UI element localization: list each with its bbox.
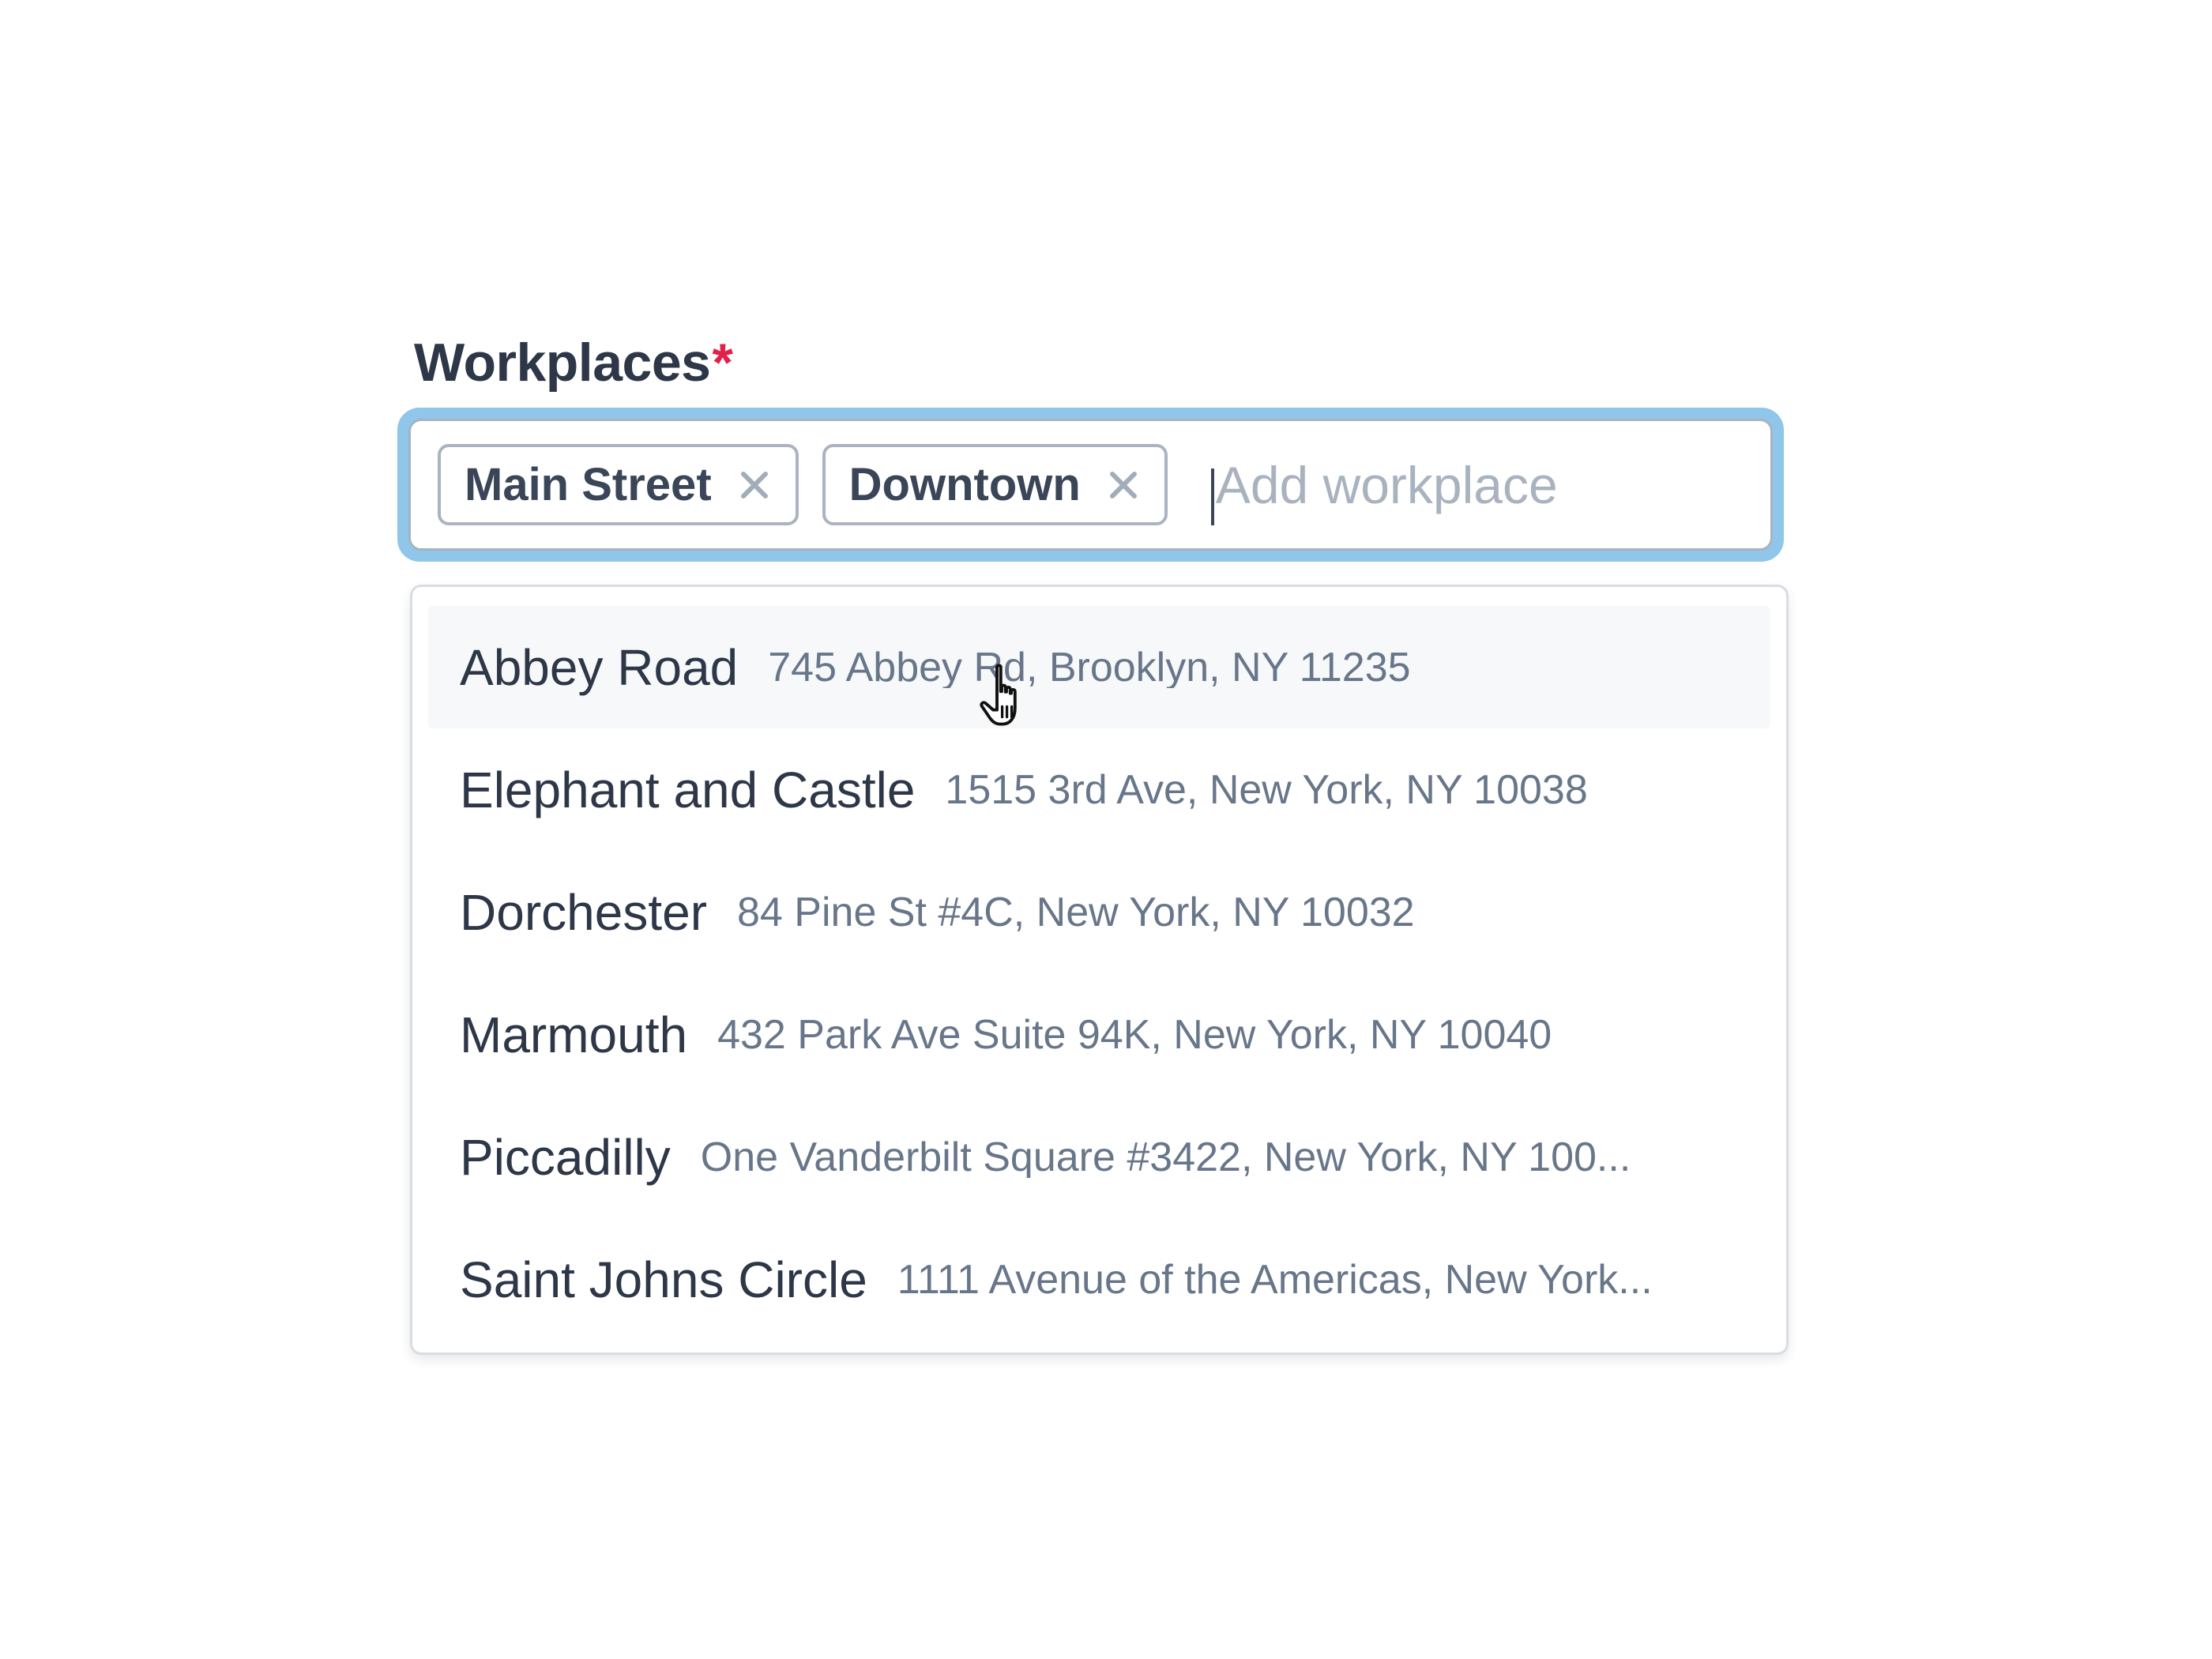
option-abbey-road[interactable]: Abbey Road 745 Abbey Rd, Brooklyn, NY 11…: [428, 606, 1770, 728]
tag-label: Main Street: [465, 458, 712, 510]
multiselect-box[interactable]: Main Street Downtown: [408, 419, 1773, 551]
option-name: Marmouth: [460, 1006, 688, 1063]
tag-downtown: Downtown: [822, 444, 1168, 525]
option-name: Saint Johns Circle: [460, 1251, 867, 1308]
option-name: Dorchester: [460, 883, 707, 941]
tag-label: Downtown: [848, 458, 1081, 510]
close-icon[interactable]: [1104, 466, 1142, 504]
option-address: 84 Pine St #4C, New York, NY 10032: [737, 891, 1415, 933]
option-address: One Vanderbilt Square #3422, New York, N…: [700, 1136, 1631, 1178]
close-icon[interactable]: [735, 466, 773, 504]
option-name: Abbey Road: [460, 638, 739, 696]
option-marmouth[interactable]: Marmouth 432 Park Ave Suite 94K, New Yor…: [428, 973, 1770, 1096]
add-workplace-input[interactable]: [1210, 454, 1770, 515]
option-elephant-and-castle[interactable]: Elephant and Castle 1515 3rd Ave, New Yo…: [428, 728, 1770, 851]
required-indicator: *: [712, 333, 733, 393]
option-address: 1515 3rd Ave, New York, NY 10038: [945, 769, 1588, 811]
options-dropdown: Abbey Road 745 Abbey Rd, Brooklyn, NY 11…: [410, 585, 1789, 1355]
add-workplace-wrapper: [1210, 421, 1770, 548]
option-saint-johns-circle[interactable]: Saint Johns Circle 1111 Avenue of the Am…: [428, 1218, 1770, 1341]
field-label-text: Workplaces: [414, 333, 711, 393]
workplaces-form: Workplaces* Main Street Downtown Add wor…: [0, 0, 2212, 1659]
workplaces-multiselect[interactable]: Main Street Downtown: [397, 408, 1784, 562]
option-name: Elephant and Castle: [460, 761, 916, 818]
option-address: 745 Abbey Rd, Brooklyn, NY 11235: [768, 646, 1411, 688]
text-caret: [1210, 468, 1214, 525]
option-piccadilly[interactable]: Piccadilly One Vanderbilt Square #3422, …: [428, 1096, 1770, 1218]
option-dorchester[interactable]: Dorchester 84 Pine St #4C, New York, NY …: [428, 851, 1770, 973]
option-name: Piccadilly: [460, 1128, 671, 1186]
option-address: 432 Park Ave Suite 94K, New York, NY 100…: [717, 1014, 1552, 1055]
field-label: Workplaces*: [414, 336, 733, 389]
option-address: 1111 Avenue of the Americas, New York...: [897, 1258, 1653, 1300]
tag-main-street: Main Street: [438, 444, 799, 525]
